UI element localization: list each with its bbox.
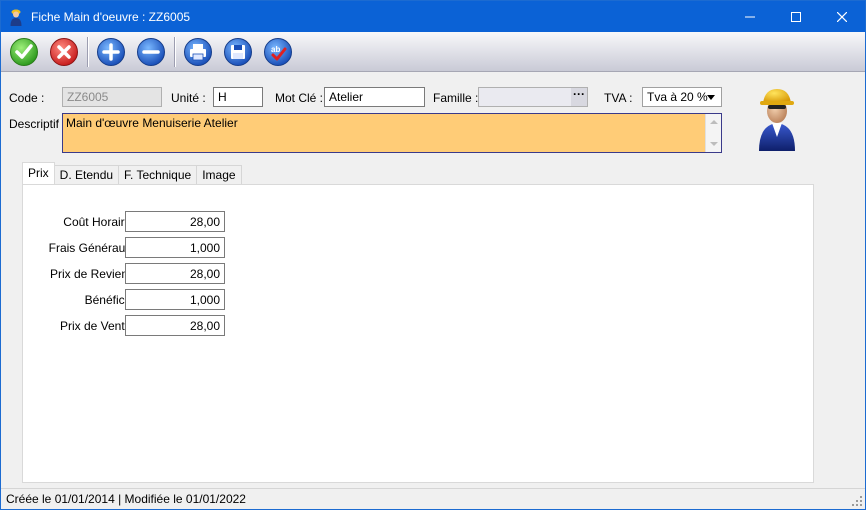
worker-avatar-icon xyxy=(753,85,801,153)
benefice-field[interactable]: 1,000 xyxy=(125,289,225,310)
remove-button[interactable] xyxy=(134,35,168,69)
close-button[interactable] xyxy=(819,1,865,32)
descript-scrollbar[interactable] xyxy=(705,114,721,152)
code-field[interactable]: ZZ6005 xyxy=(62,87,162,107)
prix-revient-field[interactable]: 28,00 xyxy=(125,263,225,284)
tva-label: TVA : xyxy=(604,91,633,105)
motcle-label: Mot Clé : xyxy=(275,91,324,105)
toolbar-separator xyxy=(174,36,175,67)
maximize-icon xyxy=(791,11,801,22)
tab-image[interactable]: Image xyxy=(196,165,242,184)
prix-vente-field[interactable]: 28,00 xyxy=(125,315,225,336)
famille-label: Famille : xyxy=(433,91,479,105)
plus-icon xyxy=(97,37,125,66)
floppy-disk-icon xyxy=(224,37,252,66)
minimize-button[interactable] xyxy=(727,1,773,32)
tva-selected-value: Tva à 20 % xyxy=(647,90,708,104)
descript-text: Main d'œuvre Menuiserie Atelier xyxy=(66,116,238,130)
unite-field[interactable]: H xyxy=(213,87,263,107)
red-x-icon xyxy=(50,37,78,66)
tab-d-etendu[interactable]: D. Etendu xyxy=(53,165,120,184)
maximize-button[interactable] xyxy=(773,1,819,32)
svg-text:ab: ab xyxy=(271,45,280,54)
worker-icon xyxy=(1,1,31,32)
tab-prix[interactable]: Prix xyxy=(22,162,55,184)
status-text: Créée le 01/01/2014 | Modifiée le 01/01/… xyxy=(6,492,246,506)
unite-label: Unité : xyxy=(171,91,206,105)
prix-panel: Coût Horaire : 28,00 Frais Généraux : 1,… xyxy=(22,184,814,483)
main-window: Fiche Main d'oeuvre : ZZ6005 ab Code: Z… xyxy=(0,0,866,510)
save-button[interactable] xyxy=(221,35,255,69)
famille-browse-button[interactable]: ··· xyxy=(571,88,587,106)
printer-icon xyxy=(184,37,212,66)
spellcheck-icon: ab xyxy=(264,37,292,66)
chevron-down-icon xyxy=(707,95,715,100)
scroll-up-icon xyxy=(710,120,718,124)
window-title: Fiche Main d'oeuvre : ZZ6005 xyxy=(31,9,191,24)
frais-generaux-field[interactable]: 1,000 xyxy=(125,237,225,258)
scroll-down-icon xyxy=(710,142,718,146)
green-check-icon xyxy=(10,37,38,66)
tab-f-technique[interactable]: F. Technique xyxy=(118,165,198,184)
toolbar: ab xyxy=(1,32,865,72)
cancel-button[interactable] xyxy=(47,35,81,69)
add-button[interactable] xyxy=(94,35,128,69)
tab-strip: Prix D. Etendu F. Technique Image xyxy=(22,162,242,184)
descript-textarea[interactable]: Main d'œuvre Menuiserie Atelier xyxy=(62,113,722,153)
toolbar-separator xyxy=(87,36,88,67)
spellcheck-button[interactable]: ab xyxy=(261,35,295,69)
tva-select[interactable]: Tva à 20 % xyxy=(642,87,722,107)
cout-horaire-field[interactable]: 28,00 xyxy=(125,211,225,232)
code-label: Code : xyxy=(9,91,45,105)
resize-grip-icon[interactable] xyxy=(851,495,863,507)
motcle-field[interactable]: Atelier xyxy=(324,87,425,107)
print-button[interactable] xyxy=(181,35,215,69)
minimize-icon xyxy=(745,16,755,17)
validate-button[interactable] xyxy=(7,35,41,69)
minus-icon xyxy=(137,37,165,66)
title-bar[interactable]: Fiche Main d'oeuvre : ZZ6005 xyxy=(1,1,865,32)
close-icon xyxy=(837,11,847,22)
status-bar: Créée le 01/01/2014 | Modifiée le 01/01/… xyxy=(1,488,865,509)
descript-label: Descriptif : xyxy=(9,117,66,131)
